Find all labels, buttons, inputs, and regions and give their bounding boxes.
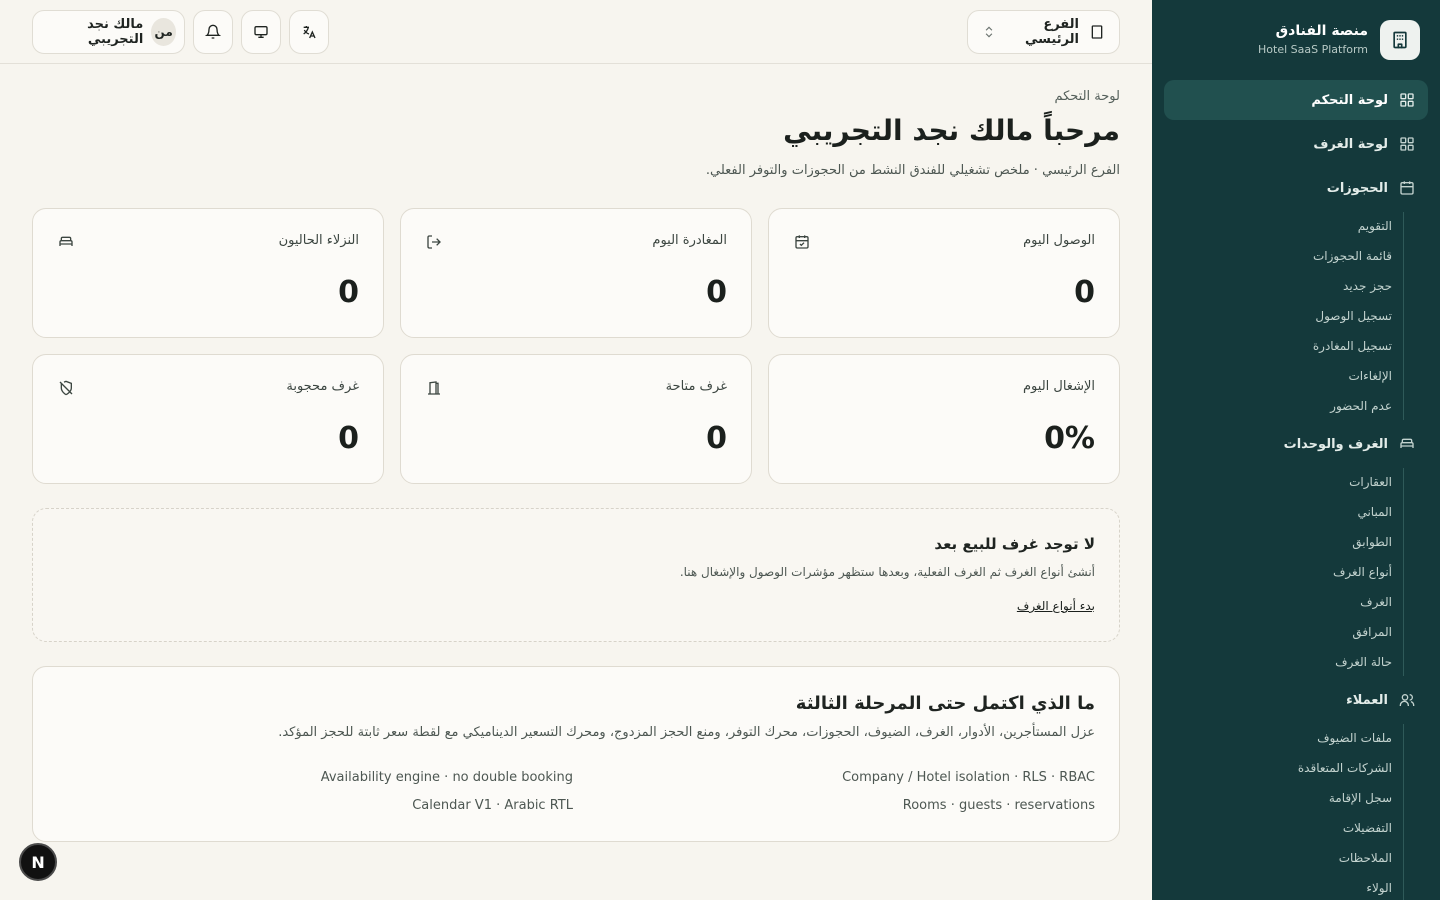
sidebar-subitem-check-out[interactable]: تسجيل المغادرة <box>1313 339 1392 353</box>
sidebar-item-label: لوحة الغرف <box>1313 136 1388 152</box>
feature-item: Calendar V1 · Arabic RTL <box>412 798 573 813</box>
bed-icon <box>57 233 75 251</box>
stat-label: غرف محجوبة <box>286 379 359 394</box>
log-out-icon <box>425 233 443 251</box>
sidebar-item-label: العملاء <box>1346 692 1388 708</box>
sidebar-subitem-buildings[interactable]: المباني <box>1357 505 1392 519</box>
phase-summary-card: ما الذي اكتمل حتى المرحلة الثالثة عزل ال… <box>32 666 1120 842</box>
stat-card-arrivals: الوصول اليوم 0 <box>768 208 1120 338</box>
sidebar-item-reservations[interactable]: الحجوزات <box>1164 168 1428 208</box>
sidebar-subitem-cancellations[interactable]: الإلغاءات <box>1348 369 1392 383</box>
stat-label: غرف متاحة <box>665 379 727 394</box>
calendar-icon <box>1398 179 1416 197</box>
bell-icon <box>205 24 221 40</box>
sidebar-subitem-no-show[interactable]: عدم الحضور <box>1330 399 1392 413</box>
stat-card-available-rooms: غرف متاحة 0 <box>400 354 752 484</box>
submenu-rule <box>1403 724 1404 900</box>
stat-value: 0 <box>338 275 359 310</box>
breadcrumb: لوحة التحكم <box>1054 89 1120 104</box>
sidebar-subitem-reservations-list[interactable]: قائمة الحجوزات <box>1313 249 1392 263</box>
sidebar-subitem-preferences[interactable]: التفضيلات <box>1343 821 1392 835</box>
empty-state-title: لا توجد غرف للبيع بعد <box>934 535 1095 553</box>
sidebar-subitem-loyalty[interactable]: الولاء <box>1366 881 1392 895</box>
sidebar-subitem-guest-profiles[interactable]: ملفات الضيوف <box>1317 731 1392 745</box>
layout-grid-icon <box>1398 91 1416 109</box>
monitor-icon <box>253 24 269 40</box>
door-open-icon <box>425 379 443 397</box>
empty-state-description: أنشئ أنواع الغرف ثم الغرف الفعلية، وبعده… <box>679 565 1095 579</box>
sidebar-item-rooms-board[interactable]: لوحة الغرف <box>1164 124 1428 164</box>
display-mode-button[interactable] <box>241 10 281 54</box>
user-menu[interactable]: من مالك نجد التجريبي <box>32 10 185 54</box>
building-icon <box>1089 24 1105 40</box>
sidebar: منصة الفنادق Hotel SaaS Platform لوحة ال… <box>1152 0 1440 900</box>
sidebar-subitem-facilities[interactable]: المرافق <box>1352 625 1392 639</box>
sidebar-subitem-properties[interactable]: العقارات <box>1349 475 1392 489</box>
sidebar-subitem-stay-history[interactable]: سجل الإقامة <box>1329 791 1392 805</box>
stat-card-current-guests: النزلاء الحاليون 0 <box>32 208 384 338</box>
branch-label: الفرع الرئيسي <box>1025 17 1079 47</box>
stat-value: 0 <box>1074 275 1095 310</box>
sidebar-subitem-rooms[interactable]: الغرف <box>1360 595 1392 609</box>
sidebar-subitem-notes[interactable]: الملاحظات <box>1339 851 1392 865</box>
feature-item: Availability engine · no double booking <box>320 770 573 785</box>
sidebar-item-rooms-units[interactable]: الغرف والوحدات <box>1164 424 1428 464</box>
sidebar-subitem-new-booking[interactable]: حجز جديد <box>1343 279 1392 293</box>
language-button[interactable] <box>289 10 329 54</box>
start-room-types-link[interactable]: بدء أنواع الغرف <box>1017 599 1095 613</box>
submenu-rule <box>1403 468 1404 676</box>
stat-value: 0 <box>338 421 359 456</box>
chevrons-up-down-icon <box>982 25 996 39</box>
stat-label: النزلاء الحاليون <box>278 233 359 248</box>
languages-icon <box>301 24 317 40</box>
sidebar-item-dashboard[interactable]: لوحة التحكم <box>1164 80 1428 120</box>
stat-value: 0% <box>1044 421 1095 456</box>
submenu-rule <box>1403 212 1404 420</box>
stat-card-occupancy: الإشغال اليوم 0% <box>768 354 1120 484</box>
feature-item: Rooms · guests · reservations <box>902 798 1095 813</box>
stat-value: 0 <box>706 421 727 456</box>
sidebar-subitem-check-in[interactable]: تسجيل الوصول <box>1315 309 1392 323</box>
sidebar-item-label: لوحة التحكم <box>1311 92 1388 108</box>
page-subtitle: الفرع الرئيسي · ملخص تشغيلي للفندق النشط… <box>705 163 1120 178</box>
stat-label: الإشغال اليوم <box>1023 379 1095 394</box>
sidebar-item-label: الغرف والوحدات <box>1283 436 1388 452</box>
sidebar-subitem-room-status[interactable]: حالة الغرف <box>1335 655 1392 669</box>
stat-card-blocked-rooms: غرف محجوبة 0 <box>32 354 384 484</box>
brand: منصة الفنادق Hotel SaaS Platform <box>1172 20 1420 60</box>
avatar: من <box>151 18 176 46</box>
page-title: مرحباً مالك نجد التجريبي <box>783 114 1120 147</box>
sidebar-subitem-floors[interactable]: الطوابق <box>1352 535 1392 549</box>
sidebar-subitem-room-types[interactable]: أنواع الغرف <box>1333 565 1392 579</box>
dev-tools-badge[interactable]: N <box>19 843 57 881</box>
stat-value: 0 <box>706 275 727 310</box>
topbar: الفرع الرئيسي من مالك نجد التجريبي <box>0 0 1152 64</box>
bed-icon <box>1398 435 1416 453</box>
empty-state: لا توجد غرف للبيع بعد أنشئ أنواع الغرف ث… <box>32 508 1120 642</box>
phase-title: ما الذي اكتمل حتى المرحلة الثالثة <box>795 693 1095 714</box>
stat-label: الوصول اليوم <box>1023 233 1095 248</box>
phase-description: عزل المستأجرين، الأدوار، الغرف، الضيوف، … <box>278 725 1095 740</box>
sidebar-item-label: الحجوزات <box>1326 180 1388 196</box>
calendar-check-icon <box>793 233 811 251</box>
stat-label: المغادرة اليوم <box>652 233 727 248</box>
branch-select[interactable]: الفرع الرئيسي <box>967 10 1120 54</box>
sidebar-item-customers[interactable]: العملاء <box>1164 680 1428 720</box>
sidebar-subitem-contracted-companies[interactable]: الشركات المتعاقدة <box>1298 761 1392 775</box>
users-icon <box>1398 691 1416 709</box>
sidebar-subitem-calendar[interactable]: التقويم <box>1358 219 1392 233</box>
shield-off-icon <box>57 379 75 397</box>
building-icon <box>1380 20 1420 60</box>
brand-name: منصة الفنادق <box>1275 23 1368 39</box>
brand-subtitle: Hotel SaaS Platform <box>1258 43 1368 56</box>
stat-card-departures: المغادرة اليوم 0 <box>400 208 752 338</box>
feature-item: Company / Hotel isolation · RLS · RBAC <box>842 770 1095 785</box>
user-name: مالك نجد التجريبي <box>87 17 144 47</box>
layout-grid-icon <box>1398 135 1416 153</box>
notifications-button[interactable] <box>193 10 233 54</box>
